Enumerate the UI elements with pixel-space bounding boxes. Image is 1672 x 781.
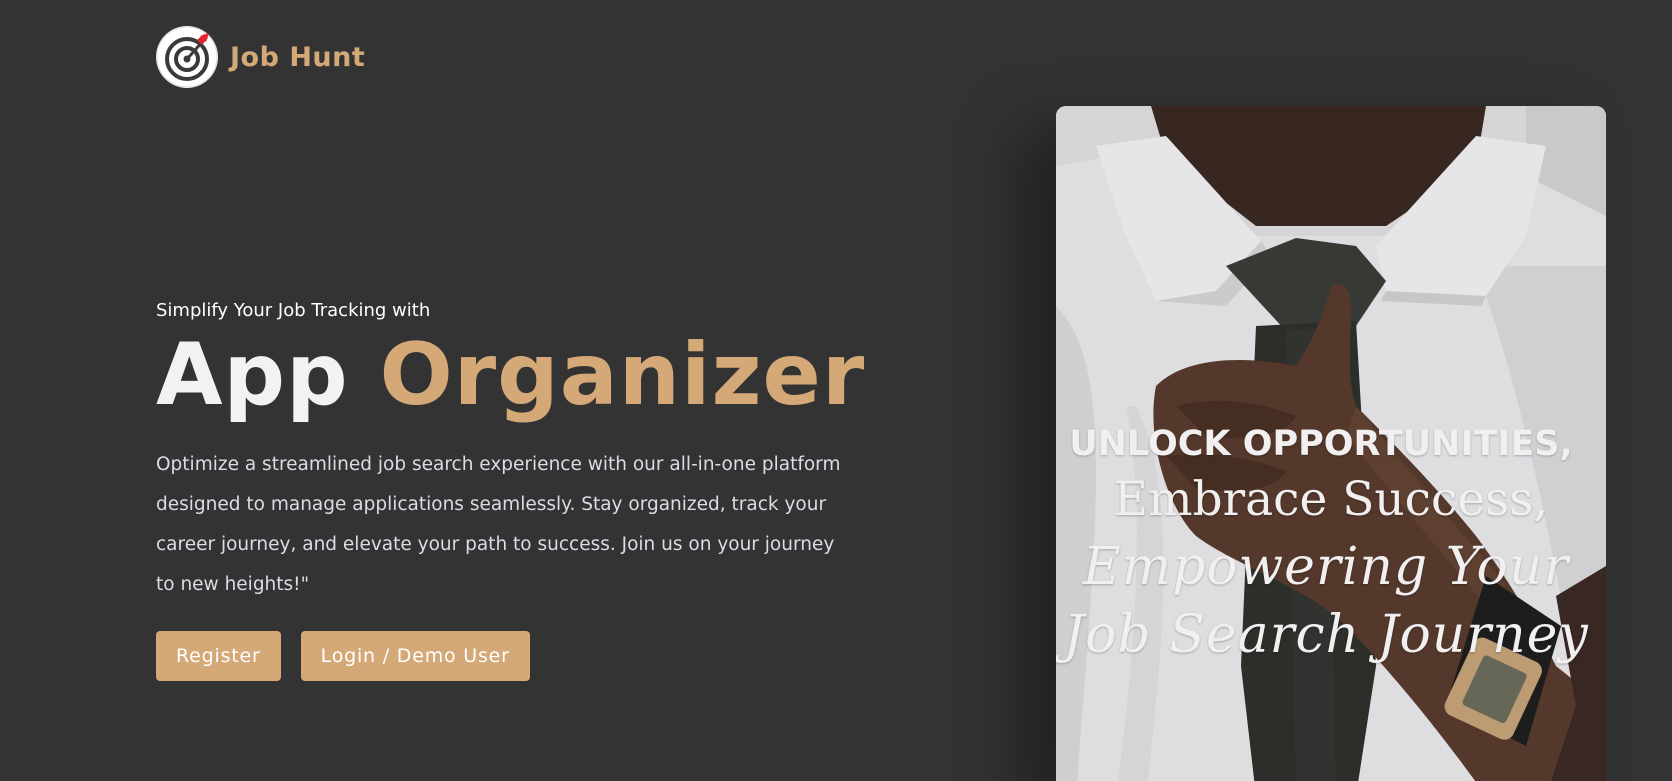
- brand-name[interactable]: Job Hunt: [230, 42, 365, 73]
- card-slogan: UNLOCK OPPORTUNITIES, Embrace Success, E…: [1056, 424, 1606, 669]
- hero-buttons: Register Login / Demo User: [156, 631, 876, 681]
- hero-title-app: App: [156, 325, 349, 425]
- card-line-journey: Job Search Journey: [1063, 605, 1589, 665]
- register-button[interactable]: Register: [156, 631, 281, 681]
- hero-title: App Organizer: [156, 327, 876, 423]
- hero-subtitle: Simplify Your Job Tracking with: [156, 300, 431, 321]
- hero-title-organizer: Organizer: [379, 325, 866, 425]
- card-line-empowering: Empowering Your: [1082, 537, 1570, 597]
- card-line-unlock: UNLOCK OPPORTUNITIES,: [1069, 424, 1573, 464]
- hero-section: Simplify Your Job Tracking with App Orga…: [156, 300, 876, 681]
- brand[interactable]: Job Hunt: [156, 26, 365, 88]
- login-demo-button[interactable]: Login / Demo User: [300, 631, 530, 681]
- card-line-embrace: Embrace Success,: [1113, 472, 1549, 527]
- hero-description: Optimize a streamlined job search experi…: [156, 454, 841, 595]
- target-with-arrow-icon: [156, 26, 218, 88]
- hero-image-card: UNLOCK OPPORTUNITIES, Embrace Success, E…: [1056, 106, 1606, 781]
